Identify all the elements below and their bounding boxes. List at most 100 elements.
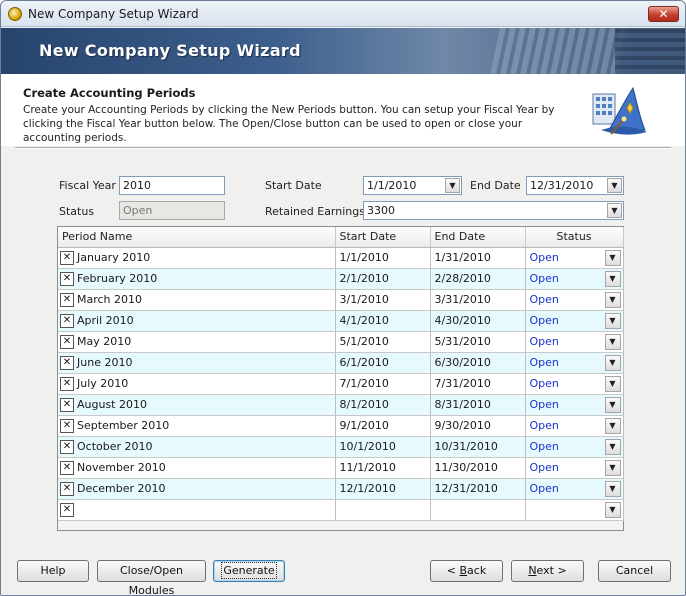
end-date-cell[interactable]: 9/30/2010 bbox=[430, 415, 526, 437]
delete-row-icon[interactable]: ✕ bbox=[60, 334, 74, 349]
new-row[interactable]: ✕ ▼ bbox=[58, 499, 624, 521]
chevron-down-icon[interactable]: ▼ bbox=[604, 249, 621, 266]
end-date-picker[interactable]: 12/31/2010 ▼ bbox=[526, 176, 624, 195]
delete-row-icon[interactable]: ✕ bbox=[60, 355, 74, 370]
table-row[interactable]: ✕ April 2010 4/1/2010 4/30/2010 Open ▼ bbox=[58, 310, 624, 332]
start-date-cell[interactable]: 12/1/2010 bbox=[335, 478, 431, 500]
table-row[interactable]: ✕ March 2010 3/1/2010 3/31/2010 Open ▼ bbox=[58, 289, 624, 311]
delete-row-icon[interactable]: ✕ bbox=[60, 460, 74, 475]
start-date-cell[interactable]: 10/1/2010 bbox=[335, 436, 431, 458]
delete-row-icon[interactable]: ✕ bbox=[60, 481, 74, 496]
chevron-down-icon[interactable]: ▼ bbox=[445, 178, 460, 193]
table-row[interactable]: ✕ July 2010 7/1/2010 7/31/2010 Open ▼ bbox=[58, 373, 624, 395]
status-cell[interactable]: Open ▼ bbox=[525, 331, 624, 353]
period-name-cell[interactable]: ✕ December 2010 bbox=[58, 478, 336, 500]
delete-row-icon[interactable]: ✕ bbox=[60, 418, 74, 433]
table-row[interactable]: ✕ August 2010 8/1/2010 8/31/2010 Open ▼ bbox=[58, 394, 624, 416]
help-button[interactable]: Help bbox=[17, 560, 89, 582]
period-name-cell[interactable]: ✕ August 2010 bbox=[58, 394, 336, 416]
column-header-start-date[interactable]: Start Date bbox=[335, 227, 431, 248]
column-header-status[interactable]: Status bbox=[525, 227, 624, 248]
period-name-cell[interactable]: ✕ bbox=[58, 499, 336, 521]
start-date-cell[interactable]: 7/1/2010 bbox=[335, 373, 431, 395]
status-cell[interactable]: Open ▼ bbox=[525, 415, 624, 437]
period-name-cell[interactable]: ✕ January 2010 bbox=[58, 247, 336, 269]
end-date-cell[interactable]: 3/31/2010 bbox=[430, 289, 526, 311]
close-window-button[interactable]: ✕ bbox=[648, 6, 679, 22]
period-name-cell[interactable]: ✕ April 2010 bbox=[58, 310, 336, 332]
generate-button[interactable]: Generate bbox=[213, 560, 285, 582]
table-row[interactable]: ✕ December 2010 12/1/2010 12/31/2010 Open ▼ bbox=[58, 478, 624, 500]
status-cell[interactable]: Open ▼ bbox=[525, 310, 624, 332]
period-name-cell[interactable]: ✕ June 2010 bbox=[58, 352, 336, 374]
title-bar[interactable]: New Company Setup Wizard ✕ bbox=[1, 1, 685, 27]
start-date-picker[interactable]: 1/1/2010 ▼ bbox=[363, 176, 462, 195]
start-date-cell[interactable]: 3/1/2010 bbox=[335, 289, 431, 311]
chevron-down-icon[interactable]: ▼ bbox=[604, 354, 621, 371]
period-name-cell[interactable]: ✕ February 2010 bbox=[58, 268, 336, 290]
table-row[interactable]: ✕ October 2010 10/1/2010 10/31/2010 Open ▼ bbox=[58, 436, 624, 458]
delete-row-icon[interactable]: ✕ bbox=[60, 376, 74, 391]
chevron-down-icon[interactable]: ▼ bbox=[604, 459, 621, 476]
start-date-cell[interactable]: 1/1/2010 bbox=[335, 247, 431, 269]
table-row[interactable]: ✕ September 2010 9/1/2010 9/30/2010 Open ▼ bbox=[58, 415, 624, 437]
chevron-down-icon[interactable]: ▼ bbox=[607, 178, 622, 193]
period-name-cell[interactable]: ✕ October 2010 bbox=[58, 436, 336, 458]
chevron-down-icon[interactable]: ▼ bbox=[604, 333, 621, 350]
table-row[interactable]: ✕ November 2010 11/1/2010 11/30/2010 Open ▼ bbox=[58, 457, 624, 479]
end-date-cell[interactable]: 10/31/2010 bbox=[430, 436, 526, 458]
chevron-down-icon[interactable]: ▼ bbox=[604, 480, 621, 497]
table-row[interactable]: ✕ June 2010 6/1/2010 6/30/2010 Open ▼ bbox=[58, 352, 624, 374]
delete-row-icon[interactable]: ✕ bbox=[60, 313, 74, 328]
column-header-period-name[interactable]: Period Name bbox=[58, 227, 336, 248]
status-cell[interactable]: ▼ bbox=[525, 499, 624, 521]
status-cell[interactable]: Open ▼ bbox=[525, 268, 624, 290]
chevron-down-icon[interactable]: ▼ bbox=[607, 203, 622, 218]
start-date-cell[interactable]: 2/1/2010 bbox=[335, 268, 431, 290]
delete-row-icon[interactable]: ✕ bbox=[60, 397, 74, 412]
status-cell[interactable]: Open ▼ bbox=[525, 478, 624, 500]
start-date-cell[interactable]: 4/1/2010 bbox=[335, 310, 431, 332]
chevron-down-icon[interactable]: ▼ bbox=[604, 312, 621, 329]
start-date-cell[interactable]: 9/1/2010 bbox=[335, 415, 431, 437]
table-row[interactable]: ✕ February 2010 2/1/2010 2/28/2010 Open ▼ bbox=[58, 268, 624, 290]
chevron-down-icon[interactable]: ▼ bbox=[604, 270, 621, 287]
chevron-down-icon[interactable]: ▼ bbox=[604, 291, 621, 308]
column-header-end-date[interactable]: End Date bbox=[430, 227, 526, 248]
fiscal-year-input[interactable]: 2010 bbox=[119, 176, 225, 195]
end-date-cell[interactable]: 1/31/2010 bbox=[430, 247, 526, 269]
delete-row-icon[interactable]: ✕ bbox=[60, 292, 74, 307]
period-name-cell[interactable]: ✕ March 2010 bbox=[58, 289, 336, 311]
period-name-cell[interactable]: ✕ May 2010 bbox=[58, 331, 336, 353]
chevron-down-icon[interactable]: ▼ bbox=[604, 396, 621, 413]
close-open-modules-button[interactable]: Close/Open Modules bbox=[97, 560, 206, 595]
chevron-down-icon[interactable]: ▼ bbox=[604, 375, 621, 392]
chevron-down-icon[interactable]: ▼ bbox=[604, 501, 621, 518]
chevron-down-icon[interactable]: ▼ bbox=[604, 438, 621, 455]
period-name-cell[interactable]: ✕ November 2010 bbox=[58, 457, 336, 479]
start-date-cell[interactable]: 8/1/2010 bbox=[335, 394, 431, 416]
end-date-cell[interactable]: 8/31/2010 bbox=[430, 394, 526, 416]
chevron-down-icon[interactable]: ▼ bbox=[604, 417, 621, 434]
delete-row-icon[interactable]: ✕ bbox=[60, 439, 74, 454]
start-date-cell[interactable]: 5/1/2010 bbox=[335, 331, 431, 353]
start-date-cell[interactable] bbox=[335, 499, 431, 521]
delete-row-icon[interactable]: ✕ bbox=[60, 271, 74, 286]
retained-earnings-select[interactable]: 3300 ▼ bbox=[363, 201, 624, 220]
end-date-cell[interactable]: 6/30/2010 bbox=[430, 352, 526, 374]
next-button[interactable]: Next > bbox=[511, 560, 584, 582]
status-cell[interactable]: Open ▼ bbox=[525, 373, 624, 395]
delete-row-icon[interactable]: ✕ bbox=[60, 250, 74, 265]
start-date-cell[interactable]: 11/1/2010 bbox=[335, 457, 431, 479]
end-date-cell[interactable]: 12/31/2010 bbox=[430, 478, 526, 500]
end-date-cell[interactable]: 2/28/2010 bbox=[430, 268, 526, 290]
status-cell[interactable]: Open ▼ bbox=[525, 436, 624, 458]
status-cell[interactable]: Open ▼ bbox=[525, 457, 624, 479]
status-cell[interactable]: Open ▼ bbox=[525, 247, 624, 269]
status-cell[interactable]: Open ▼ bbox=[525, 394, 624, 416]
table-row[interactable]: ✕ May 2010 5/1/2010 5/31/2010 Open ▼ bbox=[58, 331, 624, 353]
status-cell[interactable]: Open ▼ bbox=[525, 352, 624, 374]
end-date-cell[interactable]: 4/30/2010 bbox=[430, 310, 526, 332]
status-cell[interactable]: Open ▼ bbox=[525, 289, 624, 311]
end-date-cell[interactable]: 7/31/2010 bbox=[430, 373, 526, 395]
